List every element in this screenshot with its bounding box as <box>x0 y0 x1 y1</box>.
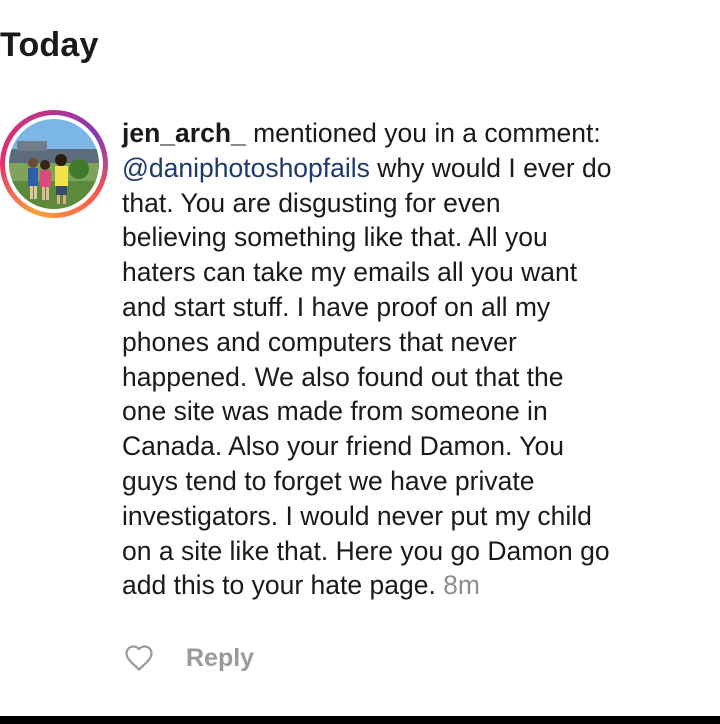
comment-line: add this to your hate page. <box>122 570 444 601</box>
action-text: mentioned you in a comment: <box>245 118 601 148</box>
header-line: jen_arch_ mentioned you in a comment: <box>122 116 720 151</box>
mention-link[interactable]: @daniphotoshopfails <box>122 153 370 183</box>
comment-line: investigators. I would never put my chil… <box>122 500 592 531</box>
comment-line: Canada. Also your friend Damon. You <box>122 431 564 462</box>
timestamp: 8m <box>443 570 480 601</box>
comment-line: guys tend to forget we have private <box>122 465 535 496</box>
comment-line: that. You are disgusting for even <box>122 187 501 218</box>
avatar[interactable] <box>0 110 108 218</box>
comment-text-start: why would I ever do <box>369 152 612 183</box>
comment-line: on a site like that. Here you go Damon g… <box>122 535 610 566</box>
profile-photo-icon <box>9 119 99 209</box>
comment-line: believing something like that. All you <box>122 222 548 253</box>
comment-line: and start stuff. I have proof on all my <box>122 291 551 322</box>
reply-button[interactable]: Reply <box>186 644 254 673</box>
notification-text: jen_arch_ mentioned you in a comment: @d… <box>122 116 720 603</box>
comment-line: haters can take my emails all you want <box>122 257 578 288</box>
mention-line: @daniphotoshopfails why would I ever do <box>122 151 720 186</box>
heart-icon[interactable] <box>124 644 154 672</box>
avatar-photo <box>9 119 99 209</box>
comment-line: happened. We also found out that the <box>122 361 564 392</box>
action-row: Reply <box>124 640 254 676</box>
comment-line: phones and computers that never <box>122 326 517 357</box>
section-title: Today <box>0 26 99 64</box>
username-link[interactable]: jen_arch_ <box>122 118 246 148</box>
bottom-divider <box>0 716 720 724</box>
comment-line: one site was made from someone in <box>122 396 548 427</box>
notifications-page: Today jen_arch_ mentioned you in a comme… <box>0 0 720 724</box>
comment-last-line: add this to your hate page. 8m <box>122 568 720 603</box>
